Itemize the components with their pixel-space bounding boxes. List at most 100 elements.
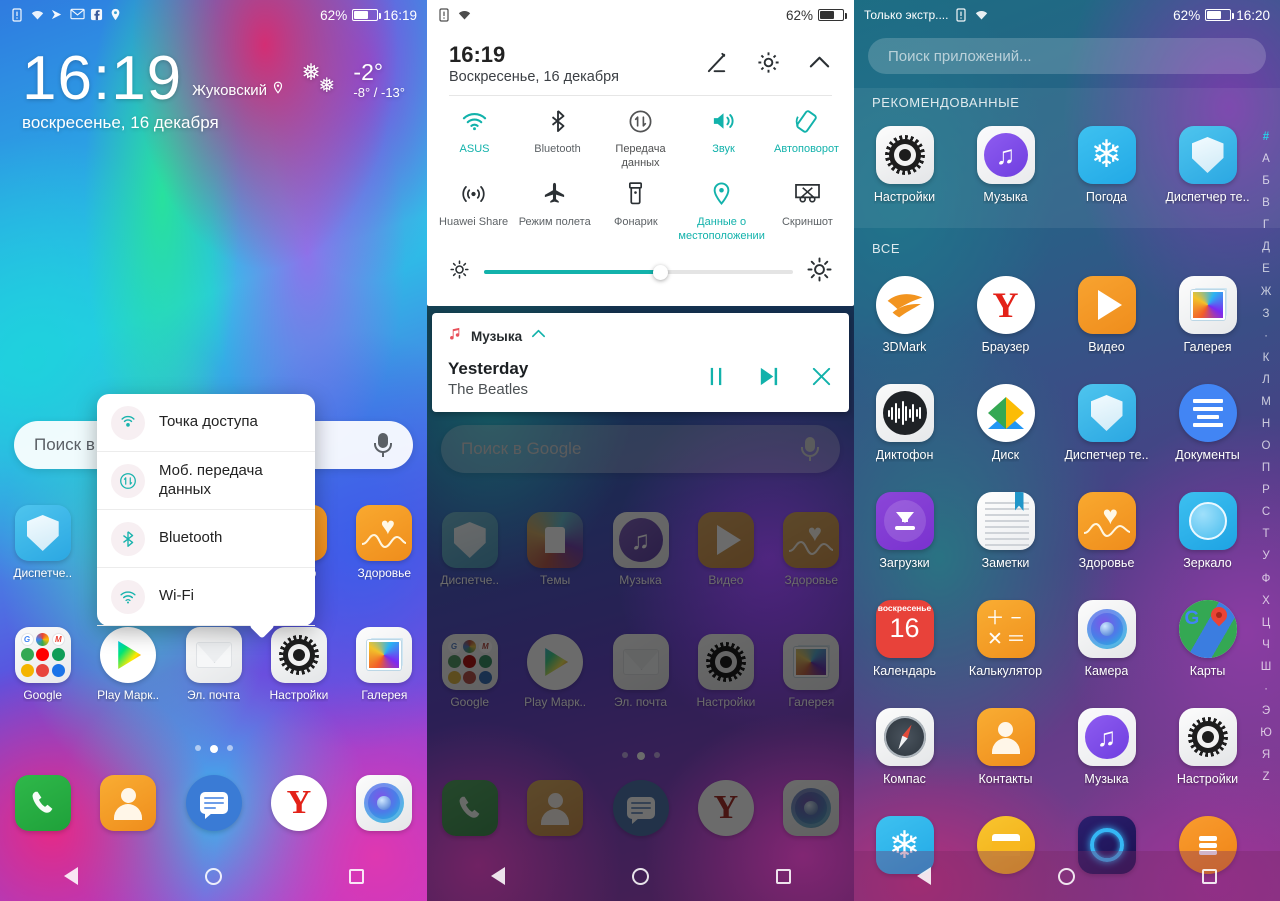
az-letter[interactable]: #	[1263, 126, 1269, 148]
drawer-app-recorder[interactable]: Диктофон	[854, 384, 955, 462]
home-app-dispatcher[interactable]: Диспетче..	[0, 505, 85, 580]
drawer-app-contacts[interactable]: Контакты	[955, 708, 1056, 786]
settings-shortcut-popup[interactable]: Точка доступа Моб. передача данных Bluet…	[97, 394, 315, 639]
az-letter[interactable]: М	[1261, 391, 1271, 413]
toggle-location[interactable]: Данные о местоположении	[676, 181, 766, 244]
drawer-app-downloads[interactable]: Загрузки	[854, 492, 955, 570]
az-letter[interactable]: Л	[1262, 369, 1270, 391]
popup-item-bluetooth[interactable]: Bluetooth	[97, 510, 315, 568]
settings-gear-icon[interactable]	[756, 50, 781, 80]
drawer-app-browser[interactable]: Y Браузер	[955, 276, 1056, 354]
dock-app-yandex[interactable]: Y	[256, 775, 341, 836]
home-app-themes[interactable]: Темы	[512, 512, 597, 587]
az-letter[interactable]: В	[1262, 192, 1270, 214]
home-app-health[interactable]: ♥ Здоровье	[769, 512, 854, 587]
mic-icon[interactable]	[800, 435, 820, 463]
home-app-google-folder[interactable]: G M Google	[427, 634, 512, 709]
az-letter[interactable]: Ч	[1262, 634, 1270, 656]
az-letter[interactable]: Б	[1262, 170, 1270, 192]
az-letter[interactable]: Ж	[1261, 281, 1272, 303]
dock-app-messages[interactable]	[171, 775, 256, 836]
drawer-app-gallery[interactable]: Галерея	[1157, 276, 1258, 354]
next-track-icon[interactable]	[757, 365, 780, 393]
music-notification[interactable]: Музыка Yesterday The Beatles	[432, 313, 849, 412]
home-icon[interactable]	[631, 867, 649, 885]
drawer-app-video[interactable]: Видео	[1056, 276, 1157, 354]
az-letter[interactable]: Е	[1262, 258, 1270, 280]
home-app-email[interactable]: Эл. почта	[171, 627, 256, 702]
az-letter[interactable]: П	[1262, 457, 1270, 479]
home-app-settings[interactable]: Настройки	[683, 634, 768, 709]
drawer-app-docs[interactable]: Документы	[1157, 384, 1258, 462]
az-letter[interactable]: Ю	[1260, 722, 1272, 744]
toggle-wifi[interactable]: ASUS	[433, 108, 516, 171]
dock-app-contacts[interactable]	[85, 775, 170, 836]
dock-app-yandex[interactable]: Y	[683, 780, 768, 836]
home-app-health[interactable]: ♥ Здоровье	[342, 505, 427, 580]
toggle-bluetooth[interactable]: Bluetooth	[516, 108, 599, 171]
home-app-play-store[interactable]: Play Марк..	[85, 627, 170, 702]
back-icon[interactable]	[917, 867, 932, 885]
home-app-settings[interactable]: Настройки	[256, 627, 341, 702]
toggle-screenshot[interactable]: Скриншот	[767, 181, 848, 244]
az-letter[interactable]: Р	[1262, 479, 1270, 501]
toggle-huawei-share[interactable]: Huawei Share	[433, 181, 514, 244]
home-icon[interactable]	[204, 867, 222, 885]
home-app-dispatcher[interactable]: Диспетче..	[427, 512, 512, 587]
toggle-auto-rotate[interactable]: Автоповорот	[765, 108, 848, 171]
az-letter[interactable]: К	[1263, 347, 1270, 369]
az-letter[interactable]: Э	[1262, 700, 1270, 722]
az-letter[interactable]: У	[1262, 545, 1269, 567]
home-app-music[interactable]: ♫ Музыка	[598, 512, 683, 587]
dock-app-camera[interactable]	[769, 780, 854, 836]
az-letter[interactable]: Я	[1262, 744, 1270, 766]
brightness-slider[interactable]	[484, 264, 793, 280]
toggle-flashlight[interactable]: Фонарик	[595, 181, 676, 244]
toggle-airplane[interactable]: Режим полета	[514, 181, 595, 244]
drawer-app-weather[interactable]: ❄ Погода	[1056, 126, 1157, 204]
back-icon[interactable]	[490, 867, 505, 885]
drawer-app-mirror[interactable]: Зеркало	[1157, 492, 1258, 570]
drawer-app-music[interactable]: ♫ Музыка	[955, 126, 1056, 204]
home-app-gallery[interactable]: Галерея	[342, 627, 427, 702]
az-letter[interactable]: С	[1262, 501, 1270, 523]
home-app-google-folder[interactable]: G M Google	[0, 627, 85, 702]
drawer-app-calculator[interactable]: ＋ − ✕ ＝ Калькулятор	[955, 600, 1056, 678]
az-letter[interactable]: Ц	[1262, 612, 1271, 634]
az-letter[interactable]: Ф	[1262, 568, 1271, 590]
az-letter[interactable]: ·	[1264, 678, 1268, 700]
back-icon[interactable]	[63, 867, 78, 885]
app-search-input[interactable]: Поиск приложений...	[868, 38, 1266, 74]
alphabet-index[interactable]: # А Б В Г Д Е Ж З · К Л М Н О П Р С Т У …	[1256, 126, 1276, 788]
az-letter[interactable]: Г	[1263, 214, 1269, 236]
drawer-app-notes[interactable]: Заметки	[955, 492, 1056, 570]
dock-app-phone[interactable]	[427, 780, 512, 836]
close-icon[interactable]	[810, 365, 833, 393]
drawer-app-compass[interactable]: Компас	[854, 708, 955, 786]
mic-icon[interactable]	[373, 431, 393, 459]
pause-icon[interactable]	[706, 365, 727, 393]
collapse-chevron-icon[interactable]	[530, 325, 547, 347]
drawer-app-drive[interactable]: Диск	[955, 384, 1056, 462]
drawer-app-3dmark[interactable]: 3DMark	[854, 276, 955, 354]
drawer-app-health[interactable]: ♥ Здоровье	[1056, 492, 1157, 570]
drawer-app-calendar[interactable]: воскресенье 16 Календарь	[854, 600, 955, 678]
dock-app-messages[interactable]	[598, 780, 683, 836]
recents-icon[interactable]	[348, 868, 364, 884]
google-search-bar-2[interactable]: Поиск в Google	[441, 425, 840, 473]
home-app-gallery[interactable]: Галерея	[769, 634, 854, 709]
popup-item-hotspot[interactable]: Точка доступа	[97, 394, 315, 452]
dock-app-camera[interactable]	[342, 775, 427, 836]
toggle-mobile-data[interactable]: Передача данных	[599, 108, 682, 171]
drawer-app-camera[interactable]: Камера	[1056, 600, 1157, 678]
drawer-app-settings-2[interactable]: Настройки	[1157, 708, 1258, 786]
popup-item-mobile-data[interactable]: Моб. передача данных	[97, 452, 315, 510]
az-letter[interactable]: Ш	[1261, 656, 1272, 678]
az-letter[interactable]: Д	[1262, 236, 1270, 258]
az-letter[interactable]: А	[1262, 148, 1270, 170]
home-app-email[interactable]: Эл. почта	[598, 634, 683, 709]
az-letter[interactable]: О	[1262, 435, 1271, 457]
collapse-chevron-icon[interactable]	[807, 50, 832, 80]
dock-app-phone[interactable]	[0, 775, 85, 836]
drawer-app-dispatcher-2[interactable]: Диспетчер те..	[1056, 384, 1157, 462]
